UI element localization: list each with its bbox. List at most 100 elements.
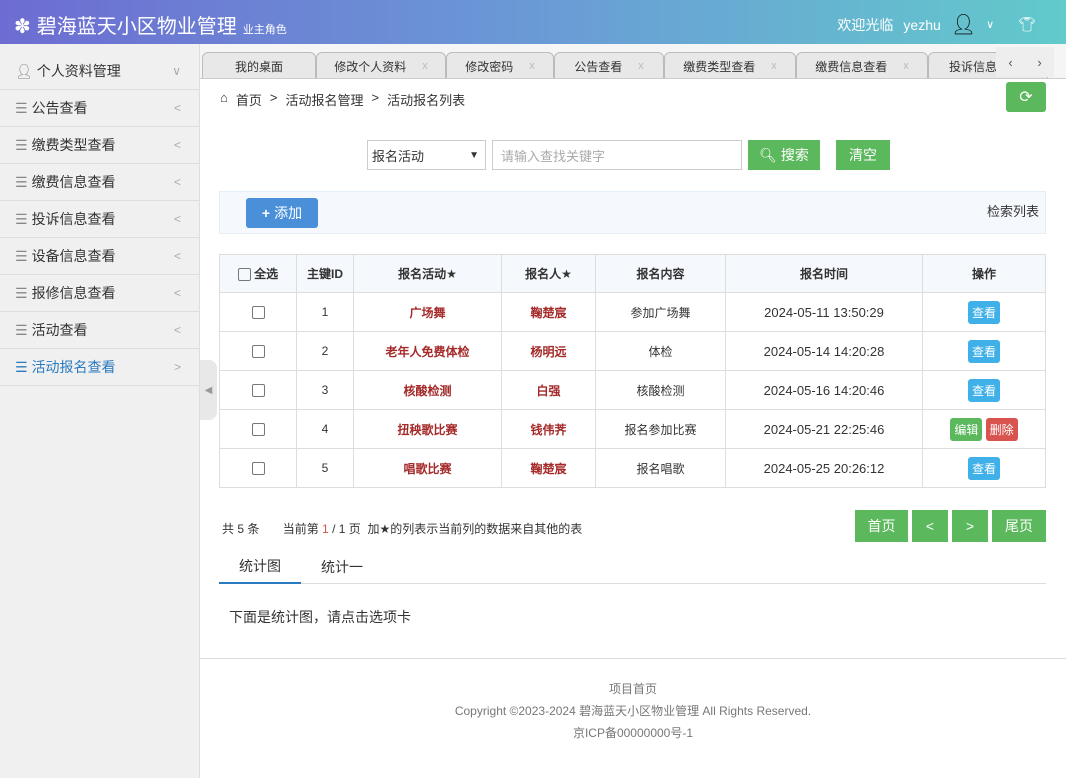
view-button[interactable]: 查看 (967, 378, 1000, 402)
row-select[interactable] (219, 292, 297, 332)
sidebar-item-repair[interactable]: ☰ 报修信息查看 < (0, 275, 199, 312)
tab-notice[interactable]: 公告查看 x (554, 52, 664, 78)
first-page-button[interactable]: 首页 (855, 510, 908, 542)
welcome-text: 欢迎光临 (837, 16, 894, 33)
tab-chart[interactable]: 统计图 (219, 550, 301, 584)
select-all-checkbox[interactable] (237, 268, 251, 282)
chevron-right-icon[interactable]: › (1037, 55, 1041, 70)
theme-shirt-icon[interactable]: 👕︎ (1018, 16, 1036, 33)
row-select[interactable] (219, 370, 297, 410)
list-icon: ☰ (15, 136, 28, 153)
sidebar-collapse-toggle[interactable]: ◀ (200, 360, 217, 420)
row-checkbox[interactable] (251, 462, 265, 476)
cell-time: 2024-05-21 22:25:46 (725, 409, 923, 449)
table-row: 1 广场舞 鞠楚宸 参加广场舞 2024-05-11 13:50:29 查看 (219, 292, 1046, 332)
stats-tabs: 统计图 统计一 (219, 550, 1046, 584)
role-label: 业主角色 (242, 24, 287, 36)
sidebar-item-fee-type[interactable]: ☰ 缴费类型查看 < (0, 127, 199, 164)
chevron-left-icon: < (173, 138, 181, 152)
app-logo: ✽ 碧海蓝天小区物业管理 业主角色 (14, 10, 287, 39)
cell-time: 2024-05-14 14:20:28 (725, 331, 923, 371)
breadcrumb-current: 活动报名列表 (387, 93, 466, 108)
tab-password[interactable]: 修改密码 x (446, 52, 554, 78)
breadcrumb-module[interactable]: 活动报名管理 (285, 90, 363, 109)
breadcrumb-home[interactable]: 首页 (236, 90, 262, 109)
chevron-down-icon[interactable]: ∨ (986, 18, 994, 31)
cell-id: 5 (296, 448, 354, 488)
sidebar-item-notice[interactable]: ☰ 公告查看 < (0, 90, 199, 127)
user-avatar-icon[interactable]: 👤︎ (951, 12, 976, 37)
row-select[interactable] (219, 409, 297, 449)
sidebar-item-label: 活动查看 (31, 322, 88, 338)
row-checkbox[interactable] (251, 384, 265, 398)
search-field-select[interactable]: 报名活动 ▼ (367, 140, 486, 170)
add-button[interactable]: + 添加 (246, 198, 318, 228)
sidebar-item-complaint[interactable]: ☰ 投诉信息查看 < (0, 201, 199, 238)
list-icon: ☰ (15, 284, 28, 301)
select-all-header[interactable]: 全选 (219, 254, 297, 293)
last-page-button[interactable]: 尾页 (992, 510, 1046, 542)
current-prefix: 当前第 (282, 522, 319, 536)
delete-button[interactable]: 删除 (985, 417, 1018, 441)
cell-id: 2 (296, 331, 354, 371)
chevron-right-icon: > (173, 360, 181, 374)
user-icon: 👤︎ (15, 62, 33, 79)
icp-number[interactable]: 京ICP备00000000号-1 (200, 722, 1066, 744)
cell-person: 钱伟荠 (501, 409, 596, 449)
sidebar-item-activity[interactable]: ☰ 活动查看 < (0, 312, 199, 349)
close-icon[interactable]: x (422, 60, 428, 72)
row-checkbox[interactable] (251, 306, 265, 320)
footer-home-link[interactable]: 项目首页 (200, 678, 1066, 700)
chevron-left-icon: < (173, 323, 181, 337)
list-icon: ☰ (15, 358, 28, 375)
view-button[interactable]: 查看 (967, 300, 1000, 324)
cell-id: 3 (296, 370, 354, 410)
list-panel: + 添加 检索列表 (219, 191, 1046, 234)
tab-profile[interactable]: 修改个人资料 x (316, 52, 446, 78)
cell-actions: 查看 (922, 370, 1046, 410)
panel-title: 检索列表 (986, 204, 1039, 219)
search-icon: 🔍︎ (759, 146, 777, 163)
column-header: 报名活动★ (353, 254, 502, 293)
search-button[interactable]: 🔍︎ 搜索 (748, 140, 820, 170)
row-select[interactable] (219, 448, 297, 488)
column-header: 报名内容 (595, 254, 726, 293)
table-row: 4 扭秧歌比赛 钱伟荠 报名参加比赛 2024-05-21 22:25:46 编… (219, 409, 1046, 449)
prev-page-button[interactable]: < (912, 510, 948, 542)
row-select[interactable] (219, 331, 297, 371)
tab-fee-info[interactable]: 缴费信息查看 x (796, 52, 928, 78)
tab-stats-one[interactable]: 统计一 (301, 550, 383, 584)
view-button[interactable]: 查看 (967, 339, 1000, 363)
tab-desktop[interactable]: 我的桌面 (202, 52, 316, 78)
sidebar-item-label: 活动报名查看 (31, 359, 116, 375)
cell-activity: 核酸检测 (353, 370, 502, 410)
tab-fee-type[interactable]: 缴费类型查看 x (664, 52, 796, 78)
sidebar-item-label: 投诉信息查看 (31, 211, 116, 227)
view-button[interactable]: 查看 (967, 456, 1000, 480)
sidebar-item-profile[interactable]: 👤︎ 个人资料管理 ∨ (0, 44, 199, 90)
close-icon[interactable]: x (638, 60, 644, 72)
chevron-left-icon[interactable]: ‹ (1008, 55, 1012, 70)
username[interactable]: yezhu (903, 17, 940, 33)
close-icon[interactable]: x (903, 60, 909, 72)
row-checkbox[interactable] (251, 345, 265, 359)
refresh-button[interactable]: ⟳ (1006, 82, 1046, 112)
cell-content: 参加广场舞 (595, 292, 726, 332)
column-header: 操作 (922, 254, 1046, 293)
row-checkbox[interactable] (251, 423, 265, 437)
search-input[interactable]: 请输入查找关键字 (492, 140, 742, 170)
close-icon[interactable]: x (529, 60, 535, 72)
search-bar: 报名活动 ▼ 请输入查找关键字 🔍︎ 搜索 清空 (367, 140, 890, 170)
star-note: 加★的列表示当前列的数据来自其他的表 (367, 522, 583, 536)
next-page-button[interactable]: > (952, 510, 988, 542)
clear-button[interactable]: 清空 (836, 140, 890, 170)
chevron-left-icon: < (173, 249, 181, 263)
close-icon[interactable]: x (771, 60, 777, 72)
header-label: 全选 (254, 267, 279, 281)
sidebar-item-activity-signup[interactable]: ☰ 活动报名查看 > (0, 349, 199, 386)
sidebar-item-fee-info[interactable]: ☰ 缴费信息查看 < (0, 164, 199, 201)
sidebar-item-label: 个人资料管理 (36, 63, 121, 79)
search-button-label: 搜索 (780, 147, 809, 163)
edit-button[interactable]: 编辑 (950, 417, 983, 441)
sidebar-item-device[interactable]: ☰ 设备信息查看 < (0, 238, 199, 275)
